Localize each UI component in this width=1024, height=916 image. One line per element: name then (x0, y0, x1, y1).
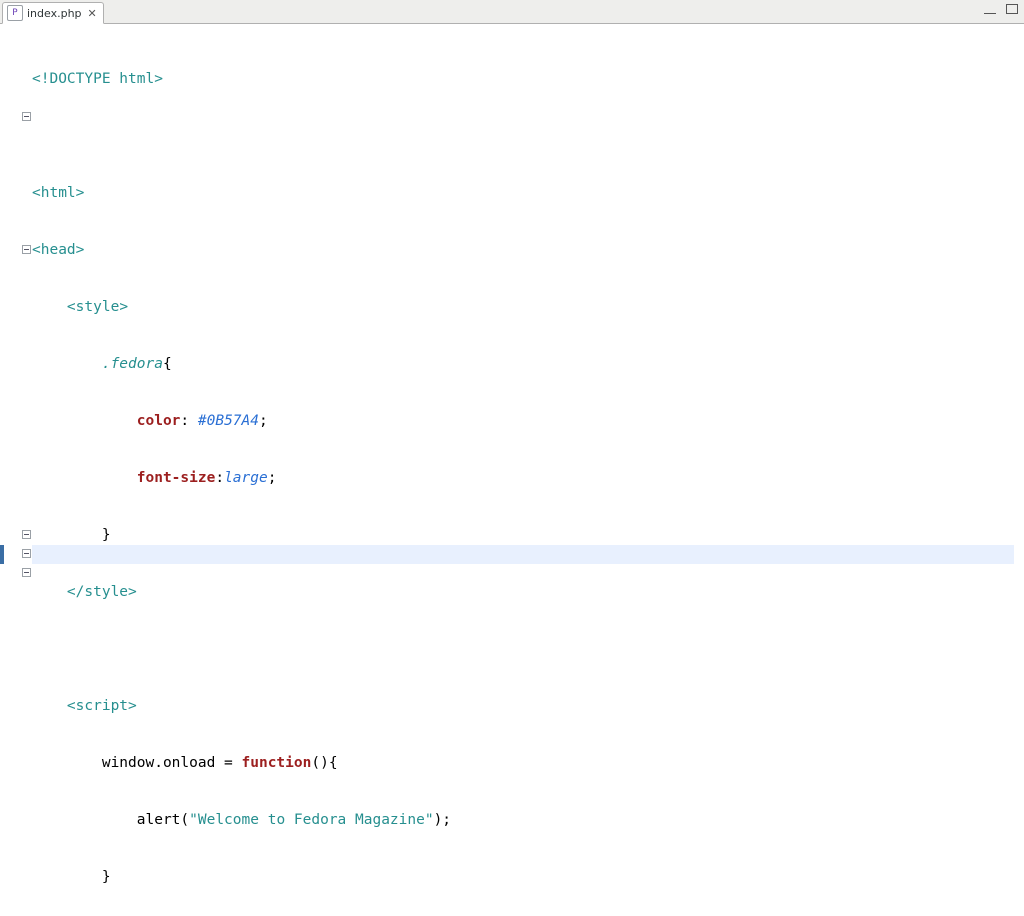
code-token: #0B57A4 (198, 413, 259, 429)
code-token: } (32, 869, 111, 885)
code-token: ; (268, 470, 277, 486)
minimize-icon[interactable] (984, 4, 996, 14)
code-token: style (76, 299, 120, 315)
php-file-icon: P (7, 5, 23, 21)
code-token: </ (67, 584, 84, 600)
code-token: (){ (311, 755, 337, 771)
code-token: > (128, 698, 137, 714)
code-token: head (41, 242, 76, 258)
code-token: > (76, 242, 85, 258)
close-icon[interactable]: ✕ (88, 7, 97, 20)
code-token: > (76, 185, 85, 201)
tab-bar: P index.php ✕ (0, 0, 1024, 24)
code-token: } (102, 527, 111, 543)
code-token: html (41, 185, 76, 201)
code-token: style (84, 584, 128, 600)
code-token: script (76, 698, 128, 714)
code-token: font-size (137, 470, 216, 486)
code-token (32, 527, 102, 543)
tab-index-php[interactable]: P index.php ✕ (2, 2, 104, 24)
code-token (32, 356, 102, 372)
code-token: : (180, 413, 197, 429)
code-token: color (137, 413, 181, 429)
editor-toolbar (984, 4, 1018, 14)
code-token (32, 470, 137, 486)
code-token: < (32, 185, 41, 201)
code-token: <!DOCTYPE html> (32, 71, 163, 87)
code-token: .fedora (102, 356, 163, 372)
editor-window: P index.php ✕ <!DOCTYPE html> <html> <he… (0, 0, 1024, 916)
code-token: alert( (32, 812, 189, 828)
code-token: ); (434, 812, 451, 828)
fold-toggle-icon[interactable] (22, 549, 31, 558)
code-token: ; (259, 413, 268, 429)
fold-toggle-icon[interactable] (22, 530, 31, 539)
code-token: < (32, 242, 41, 258)
folding-ruler (20, 24, 32, 916)
code-token: function (242, 755, 312, 771)
code-token (32, 584, 67, 600)
code-token: "Welcome to Fedora Magazine" (189, 812, 433, 828)
fold-toggle-icon[interactable] (22, 245, 31, 254)
code-token: { (163, 356, 172, 372)
code-token: < (67, 299, 76, 315)
gutter (0, 24, 21, 916)
code-token (32, 413, 137, 429)
code-token: > (128, 584, 137, 600)
code-token: large (224, 470, 268, 486)
code-editor[interactable]: <!DOCTYPE html> <html> <head> <style> .f… (0, 24, 1024, 916)
tab-label: index.php (27, 7, 82, 20)
code-token: < (67, 698, 76, 714)
code-token: window.onload = (32, 755, 242, 771)
fold-toggle-icon[interactable] (22, 568, 31, 577)
code-token: > (119, 299, 128, 315)
maximize-icon[interactable] (1006, 4, 1018, 14)
code-token (32, 299, 67, 315)
code-token (32, 698, 67, 714)
code-content[interactable]: <!DOCTYPE html> <html> <head> <style> .f… (32, 32, 1014, 916)
fold-toggle-icon[interactable] (22, 112, 31, 121)
current-line-marker (0, 545, 4, 564)
code-token: : (215, 470, 224, 486)
